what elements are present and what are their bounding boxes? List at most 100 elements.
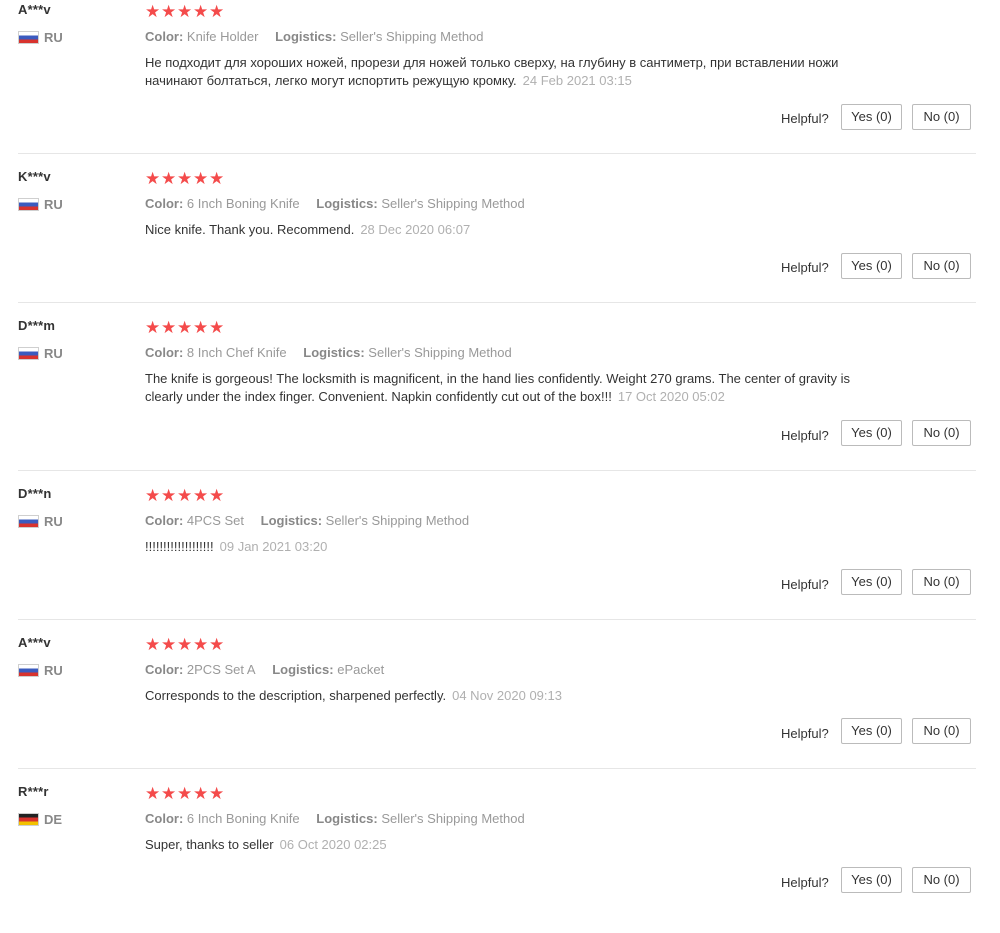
color-value: Knife Holder — [186, 29, 259, 44]
helpful-no-button[interactable]: No (0) — [912, 718, 971, 744]
helpful-no-button[interactable]: No (0) — [912, 420, 971, 446]
review-date: 24 Feb 2021 03:15 — [522, 73, 632, 88]
review-date: 28 Dec 2020 06:07 — [360, 222, 471, 237]
review-meta: Color: 8 Inch Chef Knife Logistics: Sell… — [145, 345, 512, 360]
review-body: Nice knife. Thank you. Recommend. — [145, 222, 355, 237]
star-rating: ★ ★ ★ ★ ★ — [145, 3, 225, 21]
review-date: 09 Jan 2021 03:20 — [219, 539, 328, 554]
star-icon: ★ — [161, 2, 177, 21]
logistics-label: Logistics: — [303, 345, 365, 360]
logistics-label: Logistics: — [260, 513, 323, 528]
logistics-value: Seller's Shipping Method — [368, 345, 512, 360]
star-icon: ★ — [145, 635, 161, 654]
helpful-yes-button[interactable]: Yes (0) — [841, 718, 902, 744]
logistics-label: Logistics: — [275, 29, 337, 44]
logistics-value: ePacket — [337, 662, 385, 677]
star-icon: ★ — [193, 635, 209, 654]
color-label: Color: — [145, 513, 184, 528]
helpful-no-button[interactable]: No (0) — [912, 104, 971, 130]
star-icon: ★ — [177, 635, 193, 654]
review-separator — [18, 619, 976, 620]
star-rating: ★ ★ ★ ★ ★ — [145, 785, 225, 803]
color-value: 4PCS Set — [186, 513, 244, 528]
helpful-no-button[interactable]: No (0) — [912, 867, 971, 893]
helpful-label: Helpful? — [781, 260, 829, 275]
color-label: Color: — [145, 811, 184, 826]
logistics-value: Seller's Shipping Method — [325, 513, 470, 528]
review-body: !!!!!!!!!!!!!!!!!!! — [145, 539, 214, 554]
reviewer-name: D***n — [18, 486, 52, 501]
star-icon: ★ — [161, 784, 177, 803]
star-icon: ★ — [193, 169, 209, 188]
helpful-label: Helpful? — [781, 111, 829, 126]
country-code: RU — [44, 345, 63, 361]
star-rating: ★ ★ ★ ★ ★ — [145, 636, 225, 654]
star-icon: ★ — [145, 2, 161, 21]
star-icon: ★ — [161, 486, 177, 505]
review-date: 17 Oct 2020 05:02 — [617, 389, 725, 404]
helpful-yes-button[interactable]: Yes (0) — [841, 569, 902, 595]
star-icon: ★ — [209, 318, 225, 337]
star-icon: ★ — [145, 784, 161, 803]
reviewer-name: D***m — [18, 318, 56, 333]
review-item: A***v RU ★ ★ ★ ★ ★ Color: 2PCS Set A Logisti… — [0, 635, 1000, 784]
review-text: The knife is gorgeous! The locksmith is … — [145, 370, 860, 406]
russia-flag-icon — [18, 197, 39, 211]
review-text: Не подходит для хороших ножей, прорези д… — [145, 54, 860, 90]
review-item: D***m RU ★ ★ ★ ★ ★ Color: 8 Inch Chef Knife … — [0, 318, 1000, 467]
star-icon: ★ — [177, 169, 193, 188]
star-icon: ★ — [193, 784, 209, 803]
star-icon: ★ — [193, 486, 209, 505]
color-label: Color: — [145, 29, 184, 44]
review-body: Corresponds to the description, sharpene… — [145, 688, 447, 703]
helpful-no-button[interactable]: No (0) — [912, 569, 971, 595]
helpful-label: Helpful? — [781, 726, 829, 741]
color-value: 6 Inch Boning Knife — [186, 196, 300, 211]
helpful-yes-button[interactable]: Yes (0) — [841, 253, 902, 279]
russia-flag-icon — [18, 514, 39, 528]
reviewer-country: RU — [18, 661, 63, 679]
star-icon: ★ — [177, 318, 193, 337]
helpful-yes-button[interactable]: Yes (0) — [841, 420, 902, 446]
star-icon: ★ — [161, 635, 177, 654]
logistics-label: Logistics: — [316, 811, 378, 826]
helpful-label: Helpful? — [781, 875, 829, 890]
star-icon: ★ — [209, 635, 225, 654]
helpful-yes-button[interactable]: Yes (0) — [841, 867, 902, 893]
star-icon: ★ — [161, 169, 177, 188]
logistics-label: Logistics: — [316, 196, 378, 211]
star-icon: ★ — [177, 784, 193, 803]
helpful-yes-button[interactable]: Yes (0) — [841, 104, 902, 130]
review-date: 04 Nov 2020 09:13 — [452, 688, 562, 703]
reviewer-country: RU — [18, 195, 63, 213]
country-code: RU — [44, 29, 63, 45]
star-rating: ★ ★ ★ ★ ★ — [145, 170, 225, 188]
color-value: 6 Inch Boning Knife — [186, 811, 300, 826]
review-body: Super, thanks to seller — [145, 837, 274, 852]
review-separator — [18, 302, 976, 303]
review-text: Super, thanks to seller 06 Oct 2020 02:25 — [145, 836, 860, 854]
russia-flag-icon — [18, 30, 39, 44]
star-icon: ★ — [145, 318, 161, 337]
review-item: A***v RU ★ ★ ★ ★ ★ Color: Knife Holder Logis… — [0, 2, 1000, 151]
reviewer-country: RU — [18, 512, 63, 530]
country-code: RU — [44, 513, 63, 529]
russia-flag-icon — [18, 663, 39, 677]
country-code: RU — [44, 196, 63, 212]
star-icon: ★ — [193, 2, 209, 21]
review-meta: Color: Knife Holder Logistics: Seller's … — [145, 29, 484, 44]
review-meta: Color: 6 Inch Boning Knife Logistics: Se… — [145, 811, 525, 826]
review-meta: Color: 2PCS Set A Logistics: ePacket — [145, 662, 384, 677]
star-icon: ★ — [145, 169, 161, 188]
country-code: DE — [44, 811, 63, 827]
reviewer-country: RU — [18, 344, 63, 362]
reviewer-name: K***v — [18, 169, 51, 184]
review-body: The knife is gorgeous! The locksmith is … — [145, 371, 851, 404]
review-text: Corresponds to the description, sharpene… — [145, 687, 860, 705]
review-item: R***r DE ★ ★ ★ ★ ★ Color: 6 Inch Boning Knif… — [0, 784, 1000, 933]
helpful-no-button[interactable]: No (0) — [912, 253, 971, 279]
review-item: D***n RU ★ ★ ★ ★ ★ Color: 4PCS Set Logistics… — [0, 486, 1000, 635]
germany-flag-icon — [18, 812, 39, 826]
reviewer-country: DE — [18, 810, 62, 828]
russia-flag-icon — [18, 346, 39, 360]
